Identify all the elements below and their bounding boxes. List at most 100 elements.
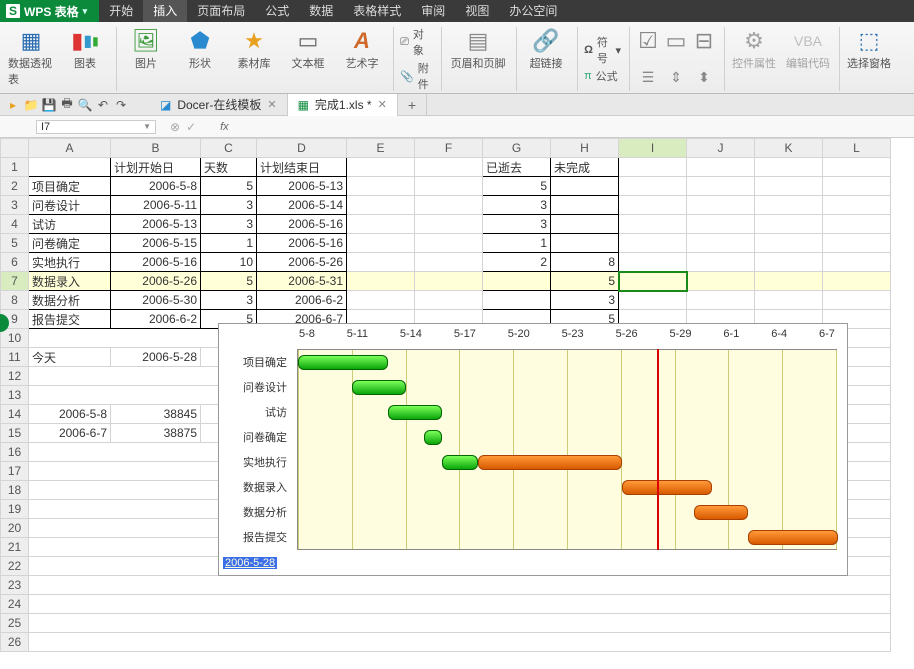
- undo-icon[interactable]: ↶: [94, 96, 112, 114]
- cell[interactable]: 计划结束日: [257, 158, 347, 177]
- textfield-icon: ▭: [666, 27, 687, 55]
- redo-icon[interactable]: ↷: [112, 96, 130, 114]
- wordart-button[interactable]: A艺术字: [339, 27, 385, 71]
- col-G[interactable]: G: [483, 139, 551, 158]
- docer-icon: ◪: [160, 98, 171, 112]
- library-button[interactable]: ★素材库: [231, 27, 277, 71]
- selection-icon: ⬚: [859, 27, 880, 55]
- open-icon[interactable]: 📁: [22, 96, 40, 114]
- shapes-button[interactable]: ⬟形状: [177, 27, 223, 71]
- file-icon: ▦: [298, 98, 309, 112]
- chart-x-axis: 5-85-115-145-175-205-235-265-296-16-46-7: [297, 328, 837, 340]
- print-icon[interactable]: 🖶: [58, 96, 76, 114]
- col-K[interactable]: K: [755, 139, 823, 158]
- menu-view[interactable]: 视图: [455, 0, 499, 22]
- ctrlprops-button[interactable]: ⚙控件属性: [731, 27, 777, 71]
- col-A[interactable]: A: [29, 139, 111, 158]
- formula-bar: I7▼ ⊗ ✓ fx: [0, 116, 914, 138]
- attach-button[interactable]: 📎附件: [400, 60, 433, 92]
- fx-accept-icon[interactable]: ✓: [186, 120, 196, 134]
- wordart-icon: A: [354, 27, 370, 55]
- omega-icon: Ω: [584, 44, 593, 56]
- titlebar: SWPS 表格▾ 开始 插入 页面布局 公式 数据 表格样式 审阅 视图 办公空…: [0, 0, 914, 22]
- ctrl-list[interactable]: ☰: [636, 63, 660, 91]
- col-B[interactable]: B: [111, 139, 201, 158]
- spinner-icon: ⇕: [670, 63, 682, 91]
- selection-pane-button[interactable]: ⬚选择窗格: [846, 27, 892, 71]
- name-box[interactable]: I7▼: [36, 120, 156, 134]
- col-C[interactable]: C: [201, 139, 257, 158]
- tab-add[interactable]: +: [398, 94, 427, 116]
- fx-cancel-icon[interactable]: ⊗: [170, 120, 180, 134]
- menu-review[interactable]: 审阅: [411, 0, 455, 22]
- paperclip-icon: 📎: [400, 70, 414, 83]
- headerfooter-button[interactable]: ▤页眉和页脚: [448, 27, 508, 71]
- cell[interactable]: 已逝去: [483, 158, 551, 177]
- today-label: 2006-5-28: [223, 557, 277, 569]
- chart-button[interactable]: ▮▮▮图表: [62, 27, 108, 87]
- editcode-button[interactable]: VBA编辑代码: [785, 27, 831, 71]
- new-icon[interactable]: ▸: [4, 96, 22, 114]
- symbol-button[interactable]: Ω符号 ▾: [584, 34, 621, 66]
- ctrl-spinner[interactable]: ⇕: [664, 63, 688, 91]
- select-all[interactable]: [1, 139, 29, 158]
- close-icon[interactable]: ✕: [378, 98, 387, 111]
- close-icon[interactable]: ✕: [267, 98, 276, 111]
- document-tabs: ◪Docer-在线模板✕ ▦完成1.xls *✕ +: [150, 94, 427, 116]
- menu-insert[interactable]: 插入: [143, 0, 187, 22]
- pi-icon: π: [584, 70, 592, 82]
- textbox-button[interactable]: ▭文本框: [285, 27, 331, 71]
- col-F[interactable]: F: [415, 139, 483, 158]
- col-H[interactable]: H: [551, 139, 619, 158]
- ctrl-scroll[interactable]: ⬍: [692, 63, 716, 91]
- cell[interactable]: 天数: [201, 158, 257, 177]
- headerfooter-icon: ▤: [468, 27, 489, 55]
- star-icon: ★: [244, 27, 264, 55]
- col-D[interactable]: D: [257, 139, 347, 158]
- ribbon: ▦数据透视表 ▮▮▮图表 🖼图片 ⬟形状 ★素材库 ▭文本框 A艺术字 ⎚对象 …: [0, 22, 914, 94]
- menu-tablestyle[interactable]: 表格样式: [343, 0, 411, 22]
- object-button[interactable]: ⎚对象: [400, 26, 433, 58]
- textbox-icon: ▭: [298, 27, 319, 55]
- cell[interactable]: 计划开始日: [111, 158, 201, 177]
- preview-icon[interactable]: 🔍: [76, 96, 94, 114]
- checkbox-icon: ☑: [638, 27, 658, 55]
- list-icon: ☰: [642, 63, 655, 91]
- menu-layout[interactable]: 页面布局: [187, 0, 255, 22]
- picture-icon: 🖼: [132, 27, 160, 55]
- active-cell[interactable]: [619, 272, 687, 291]
- col-L[interactable]: L: [823, 139, 891, 158]
- chart-y-axis: 项目确定问卷设计试访问卷确定实地执行数据录入数据分析报告提交: [219, 349, 293, 550]
- menu-data[interactable]: 数据: [299, 0, 343, 22]
- ctrl-combo[interactable]: ⊟: [692, 27, 716, 55]
- cell[interactable]: 未完成: [551, 158, 619, 177]
- hyperlink-icon: 🔗: [532, 27, 559, 55]
- tab-file[interactable]: ▦完成1.xls *✕: [288, 94, 398, 116]
- col-J[interactable]: J: [687, 139, 755, 158]
- ctrl-textfield[interactable]: ▭: [664, 27, 688, 55]
- fx-icon[interactable]: fx: [220, 121, 229, 133]
- hyperlink-button[interactable]: 🔗超链接: [523, 27, 569, 71]
- menu-start[interactable]: 开始: [99, 0, 143, 22]
- quick-access: ▸ 📁 💾 🖶 🔍 ↶ ↷ ◪Docer-在线模板✕ ▦完成1.xls *✕ +: [0, 94, 914, 116]
- pivot-button[interactable]: ▦数据透视表: [8, 27, 54, 87]
- object-icon: ⎚: [400, 36, 409, 49]
- chevron-down-icon[interactable]: ▼: [143, 122, 151, 131]
- vba-icon: VBA: [794, 27, 822, 55]
- menu-office[interactable]: 办公空间: [499, 0, 567, 22]
- spreadsheet[interactable]: A B C D E F G H I J K L 1 计划开始日天数计划结束日 已逝去…: [0, 138, 914, 652]
- col-I[interactable]: I: [619, 139, 687, 158]
- col-E[interactable]: E: [347, 139, 415, 158]
- properties-icon: ⚙: [744, 27, 764, 55]
- tab-docer[interactable]: ◪Docer-在线模板✕: [150, 94, 288, 116]
- row-1[interactable]: 1: [1, 158, 29, 177]
- menu-formula[interactable]: 公式: [255, 0, 299, 22]
- main-menu: 开始 插入 页面布局 公式 数据 表格样式 审阅 视图 办公空间: [99, 0, 567, 22]
- app-logo[interactable]: SWPS 表格▾: [0, 0, 99, 22]
- save-icon[interactable]: 💾: [40, 96, 58, 114]
- picture-button[interactable]: 🖼图片: [123, 27, 169, 71]
- gantt-chart[interactable]: 5-85-115-145-175-205-235-265-296-16-46-7…: [218, 323, 848, 576]
- ctrl-checkbox[interactable]: ☑: [636, 27, 660, 55]
- formula-button[interactable]: π公式: [584, 68, 621, 84]
- chart-plot-area: [297, 349, 837, 550]
